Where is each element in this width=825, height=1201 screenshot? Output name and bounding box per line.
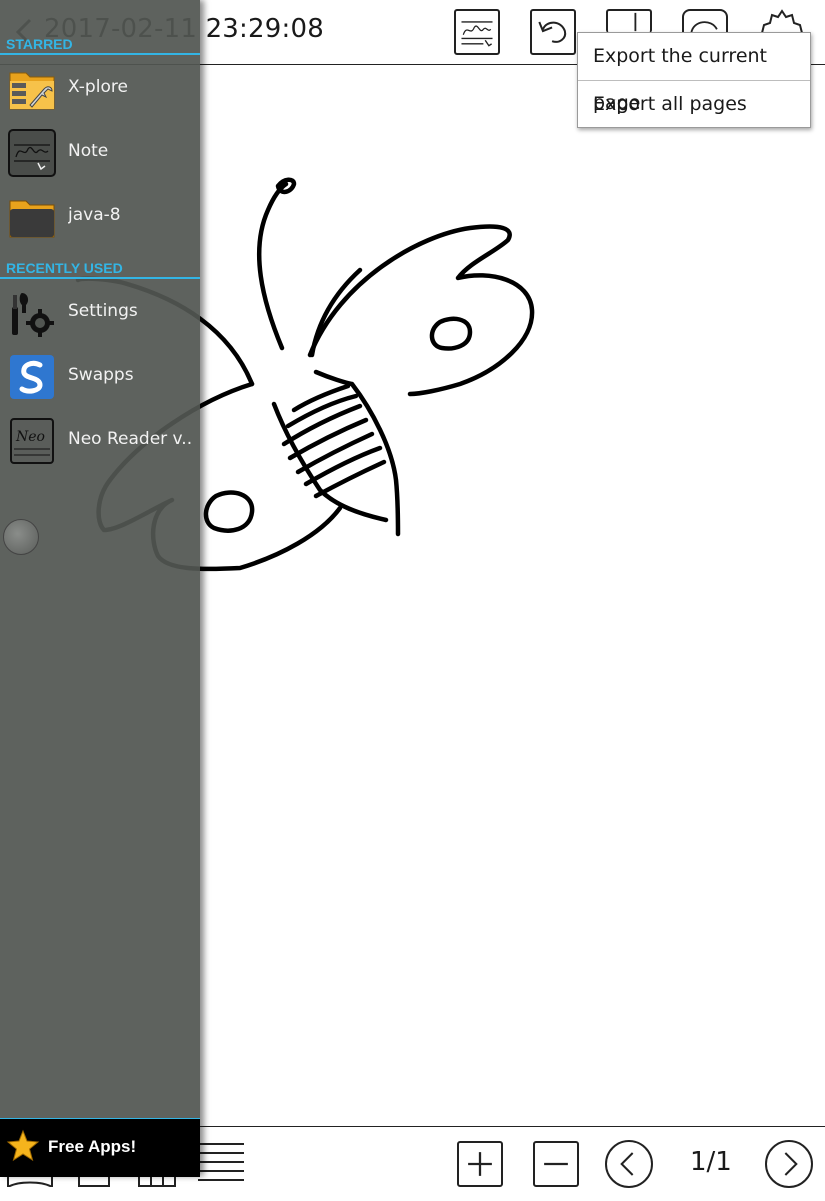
page-indicator: 1/1 <box>690 1147 732 1177</box>
sidebar-item-xplore[interactable]: X-plore <box>0 57 200 121</box>
settings-tools-icon <box>12 293 54 337</box>
next-page-button[interactable] <box>765 1140 813 1188</box>
zoom-out-icon <box>544 1162 568 1166</box>
rotate-icon <box>690 21 718 34</box>
sidebar-item-label: Note <box>68 141 109 161</box>
swapps-icon <box>10 355 54 399</box>
sidebar-item-label: Settings <box>68 301 138 321</box>
zoom-in-button[interactable] <box>457 1141 503 1187</box>
sidebar-item-swapps[interactable]: Swapps <box>0 345 200 409</box>
settings-icon <box>761 9 803 34</box>
free-apps-label: Free Apps! <box>48 1137 137 1156</box>
sidebar-item-label: java-8 <box>68 205 121 225</box>
undo-icon <box>538 21 567 43</box>
next-page-icon <box>784 1152 798 1176</box>
export-all-pages-item[interactable]: Export all pages <box>578 81 810 128</box>
rotate-button[interactable] <box>682 9 728 34</box>
app-launcher-sidebar: STARRED X-plore Note java-8 RECENTLY USE… <box>0 0 200 1177</box>
page-button[interactable] <box>606 9 652 33</box>
zoom-in-icon <box>468 1152 492 1176</box>
neo-reader-icon: Neo <box>10 418 54 464</box>
previous-page-icon <box>620 1152 634 1176</box>
note-app-icon <box>8 129 56 177</box>
free-apps-banner[interactable]: Free Apps! <box>0 1118 200 1177</box>
recently-used-header: RECENTLY USED <box>0 257 200 279</box>
page-icon <box>634 12 637 32</box>
sidebar-item-java-8[interactable]: java-8 <box>0 185 200 249</box>
sidebar-drag-handle[interactable] <box>3 519 39 555</box>
list-view-icon[interactable] <box>198 1141 244 1187</box>
sidebar-item-neo-reader[interactable]: Neo Neo Reader v... <box>0 409 200 473</box>
svg-text:Neo: Neo <box>15 429 45 445</box>
zoom-out-button[interactable] <box>533 1141 579 1187</box>
export-current-page-item[interactable]: Export the current page <box>578 33 810 114</box>
undo-button[interactable] <box>530 9 576 55</box>
sidebar-item-label: Swapps <box>68 365 134 385</box>
xplore-folder-icon <box>9 72 55 110</box>
sidebar-item-note[interactable]: Note <box>0 121 200 185</box>
handwriting-note-button[interactable] <box>454 9 500 55</box>
folder-icon <box>9 200 55 238</box>
export-menu: Export the current page Export all pages <box>577 32 811 128</box>
sidebar-item-label: X-plore <box>68 77 128 97</box>
previous-page-button[interactable] <box>605 1140 653 1188</box>
starred-header: STARRED <box>0 33 200 55</box>
star-icon <box>6 1129 40 1162</box>
handwriting-note-icon <box>461 21 493 47</box>
settings-button[interactable] <box>758 9 804 34</box>
sidebar-item-label: Neo Reader v... <box>68 429 193 449</box>
sidebar-item-settings[interactable]: Settings <box>0 281 200 345</box>
